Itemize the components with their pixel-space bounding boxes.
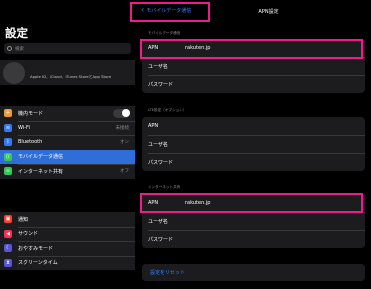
sidebar-item-notifications[interactable]: ▣ 通知: [0, 212, 135, 227]
sidebar-item-wifi[interactable]: ≋ Wi-Fi 未接続: [0, 120, 135, 136]
row-label: パスワード: [148, 159, 174, 166]
sidebar-item-screen-time[interactable]: ⧗ スクリーンタイム: [0, 255, 135, 271]
apn-group-mobile-data: APN rakuten.jp ユーザ名 パスワード: [142, 39, 365, 93]
apn-field[interactable]: APN rakuten.jp: [142, 194, 365, 212]
apn-settings-pane: ‹ モバイルデータ通信 APN設定 モバイルデータ通信 APN rakuten.…: [136, 0, 371, 289]
sidebar-item-airplane-mode[interactable]: ✈ 機内モード: [0, 106, 135, 121]
apn-group-tethering: APN rakuten.jp ユーザ名 パスワード: [142, 194, 365, 248]
bluetooth-icon: ᛒ: [4, 138, 12, 147]
section-header-lte: LTE設定（オプション）: [148, 108, 187, 112]
sidebar-title: 設定: [5, 26, 28, 40]
section-header-mobile-data: モバイルデータ通信: [148, 31, 181, 35]
sidebar-item-bluetooth[interactable]: ᛒ Bluetooth オン: [0, 135, 135, 150]
hotspot-status: オフ: [120, 169, 129, 175]
row-label: ユーザ名: [148, 63, 168, 70]
row-label: APN: [148, 123, 159, 129]
row-label: ユーザ名: [148, 218, 168, 225]
bluetooth-status: オン: [120, 140, 129, 146]
sidebar-item-label: Wi-Fi: [18, 124, 30, 131]
apn-group-lte: APN ユーザ名 パスワード: [142, 117, 365, 171]
wifi-status: 未接続: [115, 125, 130, 131]
password-field[interactable]: パスワード: [142, 230, 365, 248]
apn-value[interactable]: rakuten.jp: [185, 45, 210, 51]
sidebar-item-sound[interactable]: ◀ サウンド: [0, 226, 135, 242]
sidebar-item-label: 機内モード: [18, 110, 44, 117]
sidebar-item-mobile-data[interactable]: (( モバイルデータ通信: [0, 149, 135, 164]
sidebar-item-label: モバイルデータ通信: [18, 154, 64, 161]
section-header-tethering: インターネット共有: [148, 185, 181, 189]
search-icon: [7, 46, 12, 51]
password-field[interactable]: パスワード: [142, 153, 365, 171]
sidebar-item-label: Bluetooth: [18, 139, 43, 146]
row-label: APN: [148, 45, 159, 51]
apn-field[interactable]: APN: [142, 117, 365, 135]
cellular-icon: ((: [4, 152, 12, 161]
sidebar-item-label: インターネット共有: [18, 168, 64, 175]
reset-settings-button[interactable]: 設定をリセット: [142, 264, 365, 281]
sidebar: 設定 検索 Apple ID、iCloud、iTunes StoreとApp S…: [0, 0, 135, 289]
sidebar-item-hotspot[interactable]: ∞ インターネット共有 オフ: [0, 164, 135, 179]
toggle-knob: [121, 109, 130, 118]
wifi-icon: ≋: [4, 123, 12, 132]
profile-subtitle: Apple ID、iCloud、iTunes StoreとApp Store: [30, 73, 112, 79]
hourglass-icon: ⧗: [4, 258, 12, 267]
row-label: パスワード: [148, 236, 174, 243]
sidebar-item-label: スクリーンタイム: [18, 260, 58, 267]
page-title: APN設定: [258, 9, 279, 15]
airplane-mode-toggle[interactable]: [113, 108, 130, 118]
sidebar-group-general: ▣ 通知 ◀ サウンド ☾ おやすみモード ⧗ スクリーンタイム: [0, 212, 135, 270]
avatar: [3, 61, 25, 84]
username-field[interactable]: ユーザ名: [142, 212, 365, 230]
row-label: ユーザ名: [148, 141, 168, 148]
nav-bar: ‹ モバイルデータ通信 APN設定: [136, 0, 371, 22]
notifications-icon: ▣: [4, 215, 12, 224]
apple-id-profile[interactable]: Apple ID、iCloud、iTunes StoreとApp Store: [0, 60, 135, 85]
row-label: パスワード: [148, 81, 174, 88]
sidebar-item-label: サウンド: [18, 231, 39, 238]
apn-value[interactable]: rakuten.jp: [185, 200, 210, 206]
search-input[interactable]: 検索: [4, 43, 131, 54]
moon-icon: ☾: [4, 244, 12, 253]
sidebar-item-label: おやすみモード: [18, 245, 54, 252]
username-field[interactable]: ユーザ名: [142, 57, 365, 75]
search-placeholder: 検索: [15, 46, 24, 52]
hotspot-icon: ∞: [4, 167, 12, 176]
apn-field[interactable]: APN rakuten.jp: [142, 39, 365, 57]
password-field[interactable]: パスワード: [142, 75, 365, 93]
airplane-icon: ✈: [4, 109, 12, 118]
sidebar-item-do-not-disturb[interactable]: ☾ おやすみモード: [0, 241, 135, 256]
sidebar-group-connectivity: ✈ 機内モード ≋ Wi-Fi 未接続 ᛒ Bluetooth オン (( モバ…: [0, 106, 135, 179]
sound-icon: ◀: [4, 229, 12, 238]
sidebar-item-label: 通知: [18, 216, 29, 223]
username-field[interactable]: ユーザ名: [142, 135, 365, 153]
row-label: APN: [148, 200, 159, 206]
